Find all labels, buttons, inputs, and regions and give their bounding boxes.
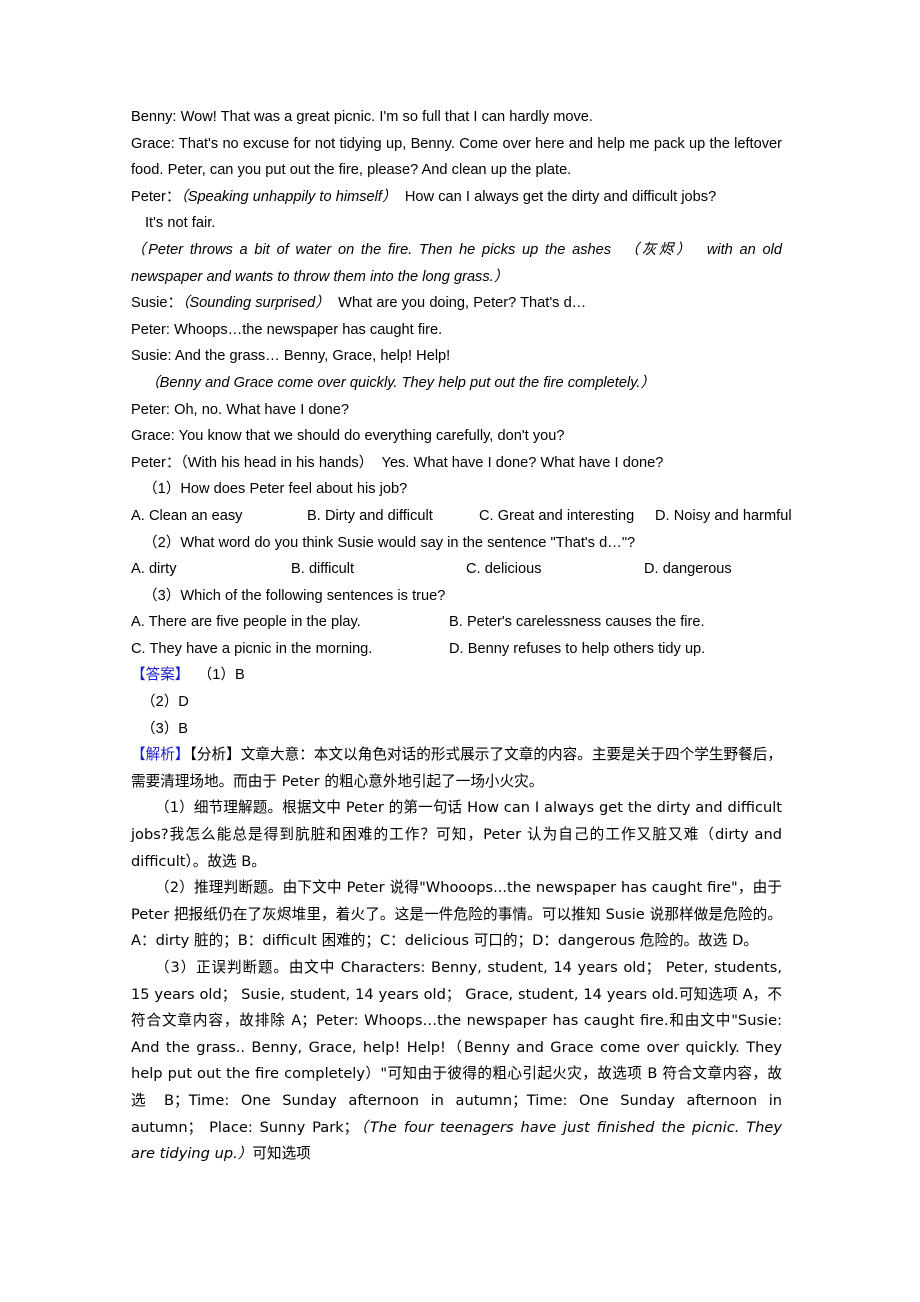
analysis-item-2: （2）推理判断题。由下文中 Peter 说得"Whooops...the new… <box>131 875 782 955</box>
option-b[interactable]: B. Peter's carelessness causes the fire. <box>449 609 705 636</box>
question-number: （1） <box>143 481 181 498</box>
question-2: （2）What word do you think Susie would sa… <box>131 530 782 583</box>
speaker-label-susie: Susie： <box>131 295 183 312</box>
question-1: （1）How does Peter feel about his job? A.… <box>131 476 792 530</box>
option-d[interactable]: D. dangerous <box>644 556 732 583</box>
analysis-sub-marker: 【分析】 <box>189 746 241 764</box>
document-body: Benny: Wow! That was a great picnic. I'm… <box>131 104 792 1168</box>
analysis-item-text: 推理判断题。由下文中 Peter 说得"Whooops...the newspa… <box>131 879 782 950</box>
option-c[interactable]: C. Great and interesting <box>479 503 655 530</box>
option-d[interactable]: D. Benny refuses to help others tidy up. <box>449 636 705 663</box>
dialogue-line-peter-1: Peter：（Speaking unhappily to himself） Ho… <box>131 184 782 211</box>
stage-direction-put-out-fire: （Benny and Grace come over quickly. They… <box>131 370 782 397</box>
dialogue-line-susie-1: Susie：（Sounding surprised） What are you … <box>131 290 782 317</box>
analysis-item-1: （1）细节理解题。根据文中 Peter 的第一句话 How can I alwa… <box>131 795 782 875</box>
question-2-stem: （2）What word do you think Susie would sa… <box>131 530 782 557</box>
dialogue-line-peter-3: Peter: Oh, no. What have I done? <box>131 401 350 418</box>
analysis-item-tail: 可知选项 <box>252 1145 311 1163</box>
stage-direction: （With his head in his hands） <box>180 454 374 471</box>
chinese-gloss-ashes: （灰烬） <box>624 240 694 258</box>
analysis-item-number: （3） <box>155 959 197 976</box>
option-a[interactable]: A. There are five people in the play. <box>131 609 449 636</box>
stage-direction-ashes: （Peter throws a bit of water on the fire… <box>131 237 782 290</box>
answer-first-line: 【答案】 （1）B <box>131 662 782 689</box>
dialogue-text: What are you doing, Peter? That's d… <box>338 295 587 312</box>
dialogue-line-peter-4: Peter：（With his head in his hands） Yes. … <box>131 450 782 477</box>
stage-direction: （Sounding surprised） <box>182 295 330 312</box>
question-2-options: A. dirty B. difficult C. delicious D. da… <box>131 556 782 583</box>
analysis-overview: 【解析】【分析】文章大意：本文以角色对话的形式展示了文章的内容。主要是关于四个学… <box>131 742 782 795</box>
analysis-item-head: 正误判断题。由文中 Characters: Benny, student, 14… <box>131 959 782 1136</box>
option-c[interactable]: C. They have a picnic in the morning. <box>131 636 449 663</box>
analysis-item-number: （2） <box>155 879 195 897</box>
stage-direction: （Speaking unhappily to himself） <box>180 188 397 205</box>
dialogue-line-grace-1: Grace: That's no excuse for not tidying … <box>131 135 782 179</box>
question-3-options-row-1: A. There are five people in the play. B.… <box>131 609 782 636</box>
option-c[interactable]: C. delicious <box>466 556 644 583</box>
question-3-stem: （3）Which of the following sentences is t… <box>131 583 782 610</box>
option-a[interactable]: A. Clean an easy <box>131 503 307 530</box>
analysis-item-text: 细节理解题。根据文中 Peter 的第一句话 How can I always … <box>131 799 782 870</box>
question-stem-text: How does Peter feel about his job? <box>180 481 408 498</box>
option-b[interactable]: B. Dirty and difficult <box>307 503 479 530</box>
answer-2: （2）D <box>141 694 189 711</box>
answer-section: 【答案】 （1）B （2）D （3）B <box>131 662 782 742</box>
option-b[interactable]: B. difficult <box>291 556 466 583</box>
option-d[interactable]: D. Noisy and harmful <box>655 503 792 530</box>
question-number: （2） <box>143 534 181 551</box>
question-1-options: A. Clean an easy B. Dirty and difficult … <box>131 503 792 530</box>
dialogue-text: Yes. What have I done? What have I done? <box>381 454 664 471</box>
dialogue-line-benny-1: Benny: Wow! That was a great picnic. I'm… <box>131 109 593 125</box>
answer-1: （1）B <box>197 667 245 684</box>
question-1-stem: （1）How does Peter feel about his job? <box>131 476 782 503</box>
question-3-options-row-2: C. They have a picnic in the morning. D.… <box>131 636 782 663</box>
passage-block: Benny: Wow! That was a great picnic. I'm… <box>131 104 782 476</box>
analysis-item-3: （3）正误判断题。由文中 Characters: Benny, student,… <box>131 955 782 1168</box>
answer-marker: 【答案】 <box>131 666 190 684</box>
dialogue-line-peter-2: Peter: Whoops…the newspaper has caught f… <box>131 321 443 338</box>
answer-3: （3）B <box>141 720 189 737</box>
dialogue-line-susie-2: Susie: And the grass… Benny, Grace, help… <box>131 348 451 365</box>
speaker-label-peter: Peter： <box>131 188 181 205</box>
stage-direction-text: （Benny and Grace come over quickly. They… <box>145 374 656 391</box>
document-page: Benny: Wow! That was a great picnic. I'm… <box>0 0 920 1302</box>
question-number: （3） <box>143 587 181 604</box>
analysis-marker: 【解析】 <box>131 746 190 764</box>
dialogue-text: How can I always get the dirty and diffi… <box>404 188 717 205</box>
dialogue-line-peter-1-continued: It's not fair. <box>145 215 216 232</box>
speaker-label-peter: Peter： <box>131 454 181 471</box>
option-a[interactable]: A. dirty <box>131 556 291 583</box>
analysis-item-number: （1） <box>155 799 194 817</box>
analysis-section: 【解析】【分析】文章大意：本文以角色对话的形式展示了文章的内容。主要是关于四个学… <box>131 742 782 1168</box>
question-3: （3）Which of the following sentences is t… <box>131 583 782 663</box>
question-stem-text: What word do you think Susie would say i… <box>180 534 636 551</box>
dialogue-line-grace-2: Grace: You know that we should do everyt… <box>131 428 565 445</box>
question-stem-text: Which of the following sentences is true… <box>180 587 446 604</box>
stage-direction-part-1: （Peter throws a bit of water on the fire… <box>131 241 612 258</box>
